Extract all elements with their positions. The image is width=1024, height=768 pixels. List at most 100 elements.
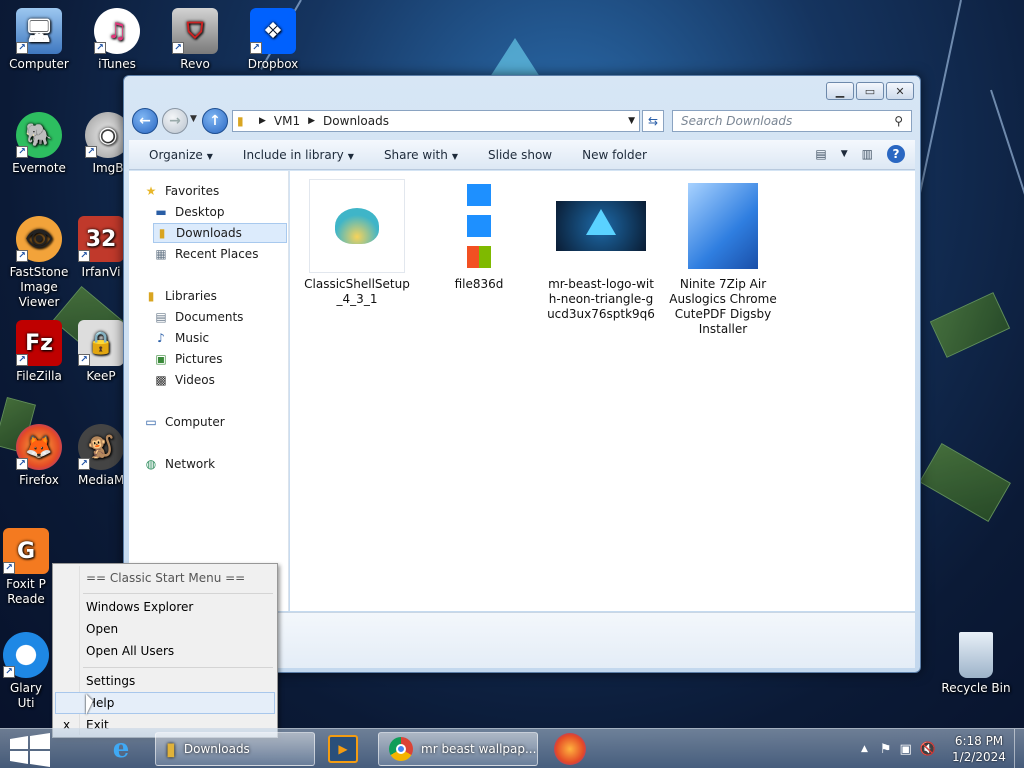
lock-icon: 🔒 ↗ [78, 320, 124, 366]
nav-videos[interactable]: ▩ Videos [153, 370, 215, 390]
money-decoration [929, 292, 1011, 358]
up-button[interactable]: ↑ [202, 108, 228, 134]
system-tray: ▲ ⚑ ▣ 🔇 6:18 PM 1/2/2024 [861, 729, 1024, 768]
music-note-icon: ♪ [157, 331, 165, 345]
network-status-icon[interactable]: ▣ [900, 742, 912, 757]
clock[interactable]: 6:18 PM 1/2/2024 [944, 733, 1014, 765]
nav-favorites[interactable]: ★ Favorites [143, 181, 220, 201]
revo-uninstaller-icon: ⛉ ↗ [172, 8, 218, 54]
taskbar-chrome-window[interactable]: mr beast wallpap... [378, 732, 538, 766]
nav-libraries[interactable]: ▮ Libraries [143, 286, 217, 306]
desktop-icon-computer[interactable]: 🖥 ↗ Computer [0, 8, 78, 72]
classic-shell-icon [309, 179, 405, 273]
file-item[interactable]: ClassicShellSetup_4_3_1 [302, 179, 412, 307]
desktop-icon-revo[interactable]: ⛉ ↗ Revo [156, 8, 234, 72]
slide-show-button[interactable]: Slide show [488, 148, 552, 162]
address-row: ← → ▼ ↑ ▮ ▶ VM1 ▶ Downloads ▼ ⇆ Search D… [130, 108, 914, 136]
help-icon[interactable]: ? [887, 145, 905, 163]
refresh-icon: ⇆ [647, 114, 659, 128]
shortcut-arrow-icon: ↗ [78, 354, 90, 366]
shortcut-arrow-icon: ↗ [94, 42, 106, 54]
shortcut-arrow-icon: ↗ [250, 42, 262, 54]
shortcut-arrow-icon: ↗ [16, 458, 28, 470]
close-icon: ✕ [895, 84, 905, 98]
desktop-icon-firefox[interactable]: 🦊 ↗ Firefox [0, 424, 78, 488]
menu-item-settings[interactable]: Settings [55, 670, 275, 692]
breadcrumb-vm1[interactable]: VM1 [274, 114, 300, 128]
new-folder-button[interactable]: New folder [582, 148, 647, 162]
close-button[interactable]: ✕ [886, 82, 914, 100]
view-dropdown-icon[interactable]: ▼ [841, 149, 848, 159]
firefox-taskbar-icon[interactable] [554, 733, 586, 765]
computer-icon: ▭ [145, 415, 157, 429]
nav-downloads[interactable]: ▮ Downloads [153, 223, 287, 243]
show-hidden-icons-icon[interactable]: ▲ [861, 744, 868, 754]
desktop-icon-filezilla[interactable]: Fz ↗ FileZilla [0, 320, 78, 384]
share-with-button[interactable]: Share with ▼ [384, 148, 458, 162]
address-dropdown-icon[interactable]: ▼ [628, 116, 635, 126]
menu-item-windows-explorer[interactable]: Windows Explorer [55, 596, 275, 618]
videos-icon: ▩ [155, 373, 167, 387]
nav-computer[interactable]: ▭ Computer [143, 412, 224, 432]
desktop-icon-mediamonkey[interactable]: 🐒 ↗ MediaM [78, 424, 124, 488]
nav-pictures[interactable]: ▣ Pictures [153, 349, 222, 369]
desktop-icon-recycle-bin[interactable]: Recycle Bin [936, 632, 1016, 696]
internet-explorer-taskbar-icon[interactable]: e [104, 733, 138, 765]
minimize-button[interactable]: ▁ [826, 82, 854, 100]
chevron-down-icon: ▼ [451, 151, 458, 161]
menu-item-open-all-users[interactable]: Open All Users [55, 640, 275, 662]
menu-header: == Classic Start Menu == [86, 571, 246, 585]
volume-muted-icon[interactable]: 🔇 [920, 742, 936, 757]
nav-music[interactable]: ♪ Music [153, 328, 209, 348]
nav-network[interactable]: ◍ Network [143, 454, 215, 474]
breadcrumb-downloads[interactable]: Downloads [323, 114, 389, 128]
command-bar: Organize ▼ Include in library ▼ Share with… [129, 140, 915, 170]
action-center-flag-icon[interactable]: ⚑ [880, 742, 892, 757]
desktop-icon-foxit[interactable]: G ↗ Foxit P Reade [0, 528, 52, 607]
media-player-taskbar-icon[interactable]: ▶ [328, 735, 358, 763]
nav-documents[interactable]: ▤ Documents [153, 307, 243, 327]
taskbar-downloads-window[interactable]: ▮ Downloads [155, 732, 315, 766]
show-desktop-button[interactable] [1014, 729, 1024, 768]
search-input[interactable]: Search Downloads ⚲ [672, 110, 912, 132]
change-view-icon[interactable]: ▤ [815, 147, 826, 161]
image-thumbnail [556, 179, 646, 273]
file-item[interactable]: file836d [424, 179, 534, 292]
nav-desktop[interactable]: ▬ Desktop [153, 202, 224, 222]
desktop-icon-dropbox[interactable]: ❖ ↗ Dropbox [234, 8, 312, 72]
chevron-down-icon: ▼ [206, 151, 213, 161]
include-in-library-button[interactable]: Include in library ▼ [243, 148, 354, 162]
chevron-down-icon: ▼ [347, 151, 354, 161]
menu-item-open[interactable]: Open [55, 618, 275, 640]
preview-pane-icon[interactable]: ▥ [862, 147, 873, 161]
desktop-icon-keepass[interactable]: 🔒 ↗ KeeP [78, 320, 124, 384]
libraries-icon: ▮ [147, 289, 155, 303]
shortcut-arrow-icon: ↗ [16, 250, 28, 262]
shortcut-arrow-icon: ↗ [3, 666, 15, 678]
windows-logo-icon [464, 179, 494, 273]
file-item[interactable]: Ninite 7Zip Air Auslogics Chrome CutePDF… [668, 179, 778, 337]
recent-pages-dropdown-icon[interactable]: ▼ [190, 114, 197, 124]
forward-button[interactable]: → [162, 108, 188, 134]
start-button[interactable] [8, 733, 78, 767]
desktop-icon-evernote[interactable]: 🐘 ↗ Evernote [0, 112, 78, 176]
firefox-icon: 🦊 ↗ [16, 424, 62, 470]
maximize-button[interactable]: ▭ [856, 82, 884, 100]
desktop-icon-itunes[interactable]: ♫ ↗ iTunes [78, 8, 156, 72]
windows-start-icon [10, 733, 50, 767]
back-button[interactable]: ← [132, 108, 158, 134]
nav-recent-places[interactable]: ▦ Recent Places [153, 244, 258, 264]
recycle-bin-icon [959, 632, 993, 678]
address-bar[interactable]: ▮ ▶ VM1 ▶ Downloads ▼ [232, 110, 640, 132]
ninite-installer-icon [683, 179, 763, 273]
irfanview-icon: 32 ↗ [78, 216, 124, 262]
refresh-button[interactable]: ⇆ [642, 110, 664, 132]
documents-icon: ▤ [155, 310, 167, 324]
file-item[interactable]: mr-beast-logo-with-neon-triangle-gucd3ux… [546, 179, 656, 322]
desktop-icon-glary[interactable]: ↗ Glary Uti [0, 632, 52, 711]
organize-button[interactable]: Organize ▼ [149, 148, 213, 162]
desktop-icon-irfanview[interactable]: 32 ↗ IrfanVi [78, 216, 124, 280]
desktop-icon-faststone[interactable]: 👁 ↗ FastStone Image Viewer [0, 216, 78, 310]
shortcut-arrow-icon: ↗ [3, 562, 15, 574]
downloads-folder-icon: ▮ [158, 226, 166, 240]
